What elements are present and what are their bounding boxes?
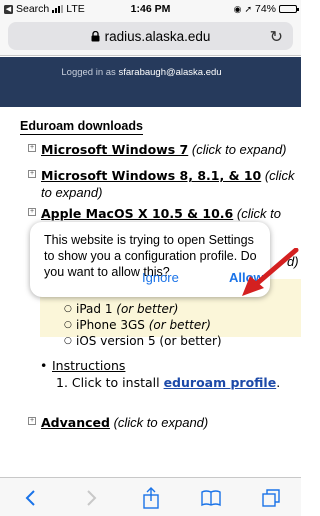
back-icon[interactable]	[20, 487, 42, 509]
status-right: ◉ ➚ 74%	[233, 3, 299, 15]
address-bar[interactable]: radius.alaska.edu ↻	[8, 22, 293, 50]
status-bar: ◀ Search LTE 1:46 PM ◉ ➚ 74%	[0, 0, 301, 18]
url-display[interactable]: radius.alaska.edu	[8, 29, 293, 44]
location-icon: ➚	[244, 3, 252, 14]
install-step: 1. Click to install eduroam profile.	[56, 374, 280, 391]
step-suffix: .	[276, 375, 281, 390]
forward-icon[interactable]	[80, 487, 102, 509]
os-name[interactable]: Advanced	[41, 415, 110, 430]
step-text: 1. Click to install	[56, 375, 164, 390]
section-title: Eduroam downloads	[20, 119, 143, 135]
logged-in-prefix: Logged in as	[61, 67, 116, 78]
bullet: •	[40, 358, 48, 373]
annotation-arrow-icon	[242, 248, 299, 296]
instructions-item: • Instructions	[40, 357, 125, 374]
list-item: iOS version 5 (or better)	[64, 333, 222, 349]
list-item: iPhone 3GS (or better)	[64, 317, 222, 333]
bookmarks-icon[interactable]	[200, 487, 222, 509]
list-item: iPad 1 (or better)	[64, 301, 222, 317]
expand-hint: (click to expand)	[113, 415, 209, 430]
browser-address-area: radius.alaska.edu ↻	[0, 18, 301, 56]
expander-windows-8-10[interactable]: + Microsoft Windows 8, 8.1, & 10 (click …	[28, 167, 301, 201]
plus-icon[interactable]: +	[28, 208, 36, 216]
os-name[interactable]: Microsoft Windows 8, 8.1, & 10	[41, 168, 261, 183]
plus-icon[interactable]: +	[28, 417, 36, 425]
expander-macos[interactable]: + Apple MacOS X 10.5 & 10.6 (click to	[28, 205, 301, 221]
plus-icon[interactable]: +	[28, 170, 36, 178]
instructions-link[interactable]: Instructions	[52, 358, 125, 373]
lock-icon	[91, 31, 100, 42]
expander-windows-7[interactable]: + Microsoft Windows 7 (click to expand)	[28, 141, 301, 158]
reload-icon[interactable]: ↻	[270, 27, 283, 47]
username: sfarabaugh@alaska.edu	[118, 67, 222, 78]
plus-icon[interactable]: +	[28, 144, 36, 152]
expand-hint: (click to expand)	[191, 142, 287, 157]
battery-percent: 74%	[254, 3, 276, 15]
battery-icon	[279, 5, 299, 13]
os-name[interactable]: Apple MacOS X 10.5 & 10.6	[41, 206, 233, 221]
expand-hint: (click to	[236, 206, 281, 221]
os-name[interactable]: Microsoft Windows 7	[41, 142, 188, 157]
share-icon[interactable]	[140, 487, 162, 509]
requirements-list: iPad 1 (or better) iPhone 3GS (or better…	[64, 301, 222, 349]
expander-advanced[interactable]: + Advanced (click to expand)	[28, 414, 301, 431]
ignore-button[interactable]: Ignore	[142, 270, 179, 285]
url-text: radius.alaska.edu	[104, 29, 211, 44]
tabs-icon[interactable]	[260, 487, 282, 509]
site-nav-band	[0, 95, 301, 107]
browser-toolbar	[0, 477, 301, 516]
logged-in-text: Logged in as sfarabaugh@alaska.edu	[0, 67, 283, 78]
alarm-icon: ◉	[233, 3, 242, 14]
site-header: Logged in as sfarabaugh@alaska.edu	[0, 57, 301, 95]
eduroam-profile-link[interactable]: eduroam profile	[164, 375, 277, 390]
